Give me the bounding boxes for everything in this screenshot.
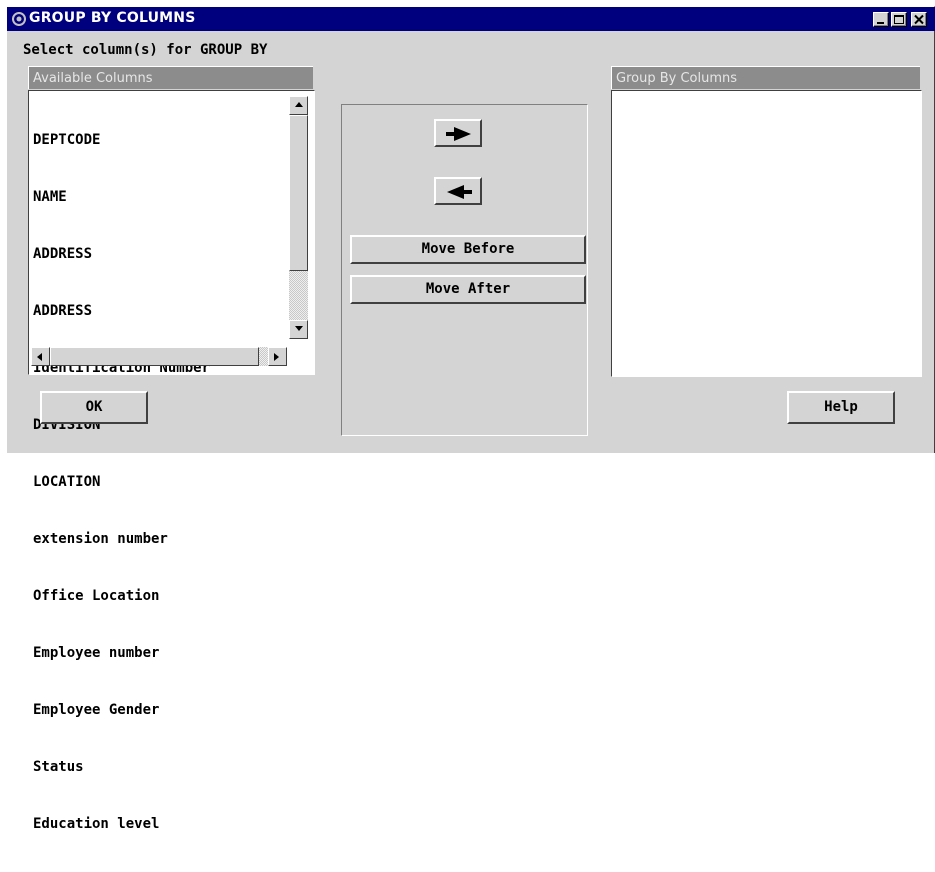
left-arrow-icon xyxy=(447,185,472,199)
right-arrow-icon xyxy=(446,127,471,141)
available-columns-header: Available Columns xyxy=(28,66,313,89)
list-item[interactable]: ADDRESS xyxy=(33,302,210,321)
close-button[interactable] xyxy=(911,12,927,27)
horizontal-scroll-thumb[interactable] xyxy=(50,347,259,366)
title-bar[interactable]: GROUP BY COLUMNS xyxy=(7,7,935,31)
list-item[interactable]: NAME xyxy=(33,188,210,207)
instruction-label: Select column(s) for GROUP BY xyxy=(23,42,268,58)
list-item[interactable]: ADDRESS xyxy=(33,245,210,264)
minimize-icon xyxy=(877,22,884,24)
scroll-right-arrow-icon xyxy=(274,353,279,361)
list-item[interactable]: extension number xyxy=(33,530,210,549)
list-item[interactable]: DEPTCODE xyxy=(33,131,210,150)
add-column-button[interactable] xyxy=(434,119,482,147)
horizontal-scrollbar[interactable] xyxy=(31,347,287,366)
transfer-panel: Move Before Move After xyxy=(341,104,588,436)
ok-button[interactable]: OK xyxy=(40,391,148,424)
close-icon xyxy=(914,14,924,25)
list-item[interactable]: Status xyxy=(33,758,210,777)
group-by-dialog: GROUP BY COLUMNS Select column(s) for GR… xyxy=(6,6,935,832)
window-title: GROUP BY COLUMNS xyxy=(29,10,196,26)
move-before-button[interactable]: Move Before xyxy=(350,235,586,264)
maximize-button[interactable] xyxy=(891,12,907,27)
available-columns-items: DEPTCODE NAME ADDRESS ADDRESS Identifica… xyxy=(33,93,210,872)
list-item[interactable]: LOCATION xyxy=(33,473,210,492)
group-by-columns-header: Group By Columns xyxy=(611,66,920,89)
minimize-button[interactable] xyxy=(873,12,889,27)
scroll-down-arrow-icon xyxy=(295,326,303,331)
move-after-button[interactable]: Move After xyxy=(350,275,586,304)
group-by-columns-list[interactable] xyxy=(611,90,922,377)
list-item[interactable]: Employee number xyxy=(33,644,210,663)
list-item[interactable]: Office Location xyxy=(33,587,210,606)
help-button[interactable]: Help xyxy=(787,391,895,424)
remove-column-button[interactable] xyxy=(434,177,482,205)
sas-app-icon xyxy=(12,12,26,26)
vertical-scroll-thumb[interactable] xyxy=(289,115,308,271)
scroll-down-button[interactable] xyxy=(289,320,308,339)
scroll-up-arrow-icon xyxy=(295,102,303,107)
list-item[interactable]: Education level xyxy=(33,815,210,834)
vertical-scrollbar[interactable] xyxy=(289,96,308,339)
scroll-right-button[interactable] xyxy=(268,347,287,366)
scroll-left-button[interactable] xyxy=(31,347,50,366)
scroll-left-arrow-icon xyxy=(37,353,42,361)
available-columns-list[interactable]: DEPTCODE NAME ADDRESS ADDRESS Identifica… xyxy=(28,90,315,832)
scroll-up-button[interactable] xyxy=(289,96,308,115)
maximize-icon xyxy=(894,15,904,24)
list-item[interactable]: Employee Gender xyxy=(33,701,210,720)
